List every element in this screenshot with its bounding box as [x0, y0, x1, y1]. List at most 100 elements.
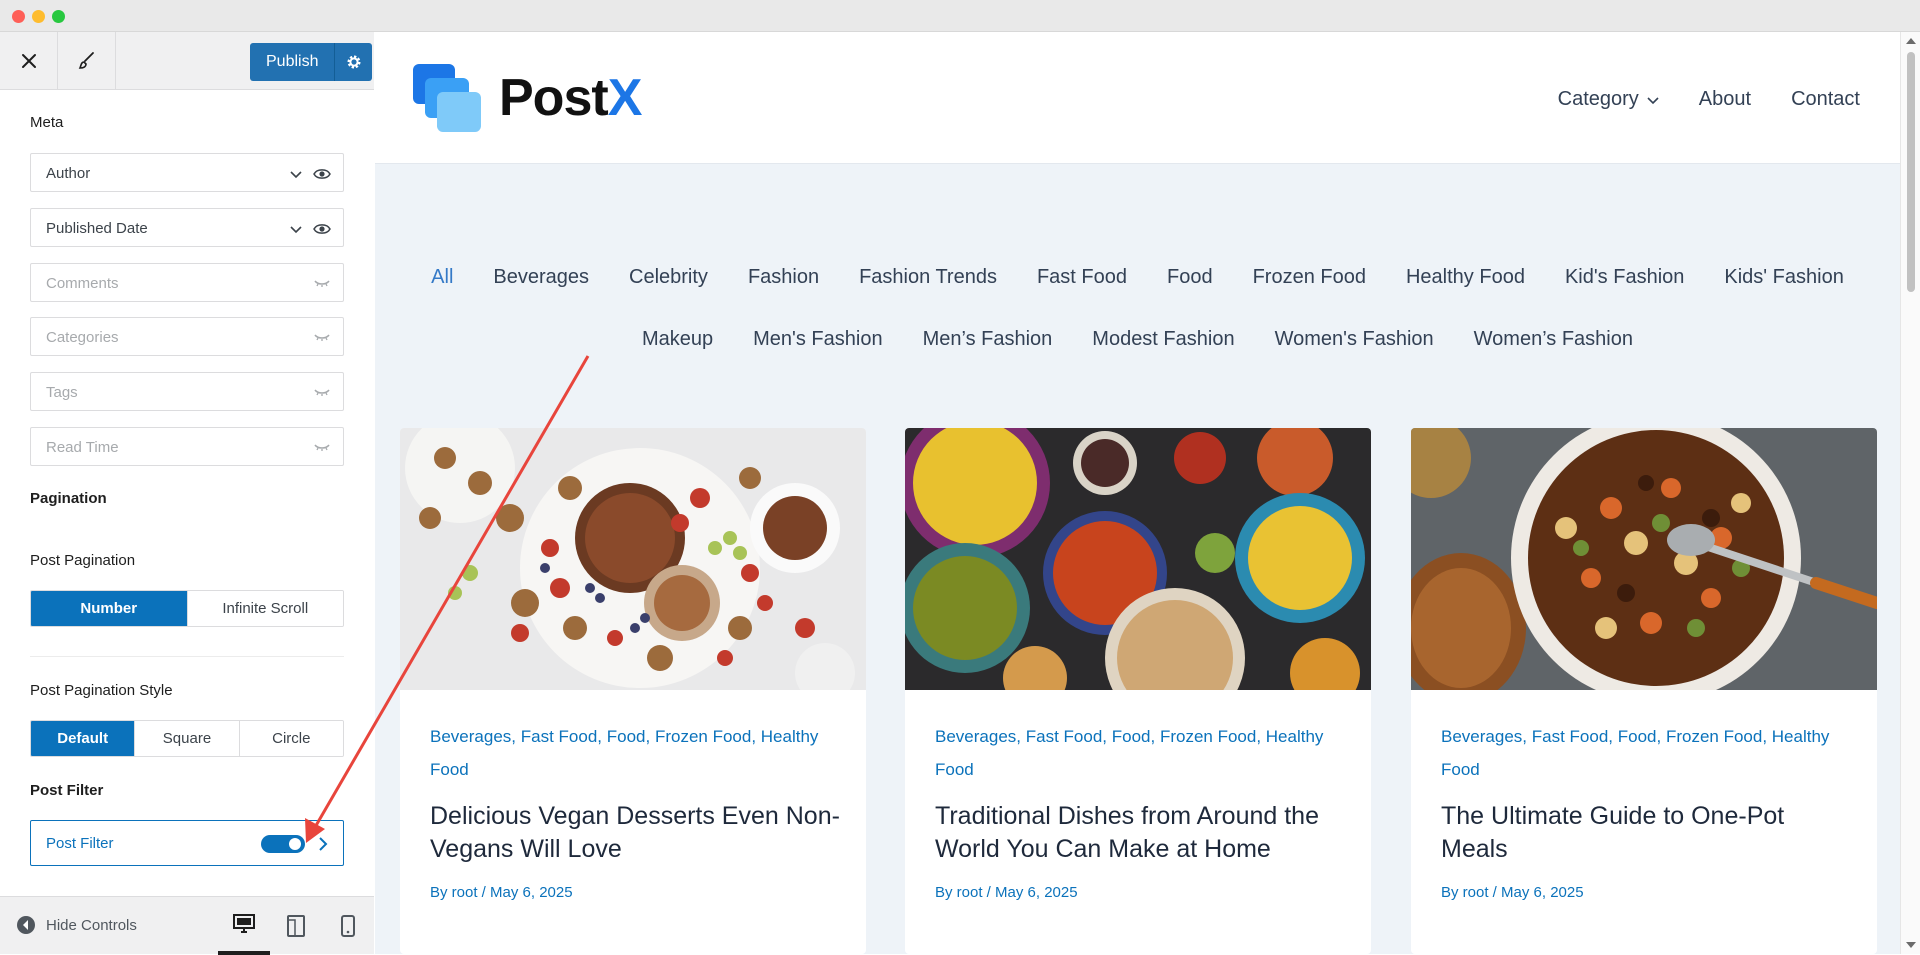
- chevron-right-icon[interactable]: [317, 836, 329, 852]
- tablet-preview-button[interactable]: [270, 897, 322, 955]
- zoom-window-button[interactable]: [52, 10, 65, 23]
- post-image-desserts[interactable]: [400, 428, 866, 690]
- desserts-photo: [400, 428, 866, 690]
- chevron-down-icon: [1647, 96, 1659, 104]
- pagination-number-option[interactable]: Number: [31, 591, 188, 626]
- minimize-window-button[interactable]: [32, 10, 45, 23]
- eye-icon[interactable]: [313, 167, 331, 181]
- close-customizer-button[interactable]: [0, 32, 58, 90]
- filter-item[interactable]: Food: [1167, 266, 1213, 289]
- eye-closed-icon[interactable]: [313, 441, 331, 455]
- post-card[interactable]: Beverages, Fast Food, Food, Frozen Food,…: [905, 428, 1371, 954]
- mobile-preview-button[interactable]: [322, 897, 374, 955]
- chevron-down-icon[interactable]: [289, 167, 303, 181]
- post-filter-row[interactable]: Post Filter: [30, 820, 344, 866]
- filter-item[interactable]: Women's Fashion: [1275, 328, 1434, 351]
- post-title[interactable]: The Ultimate Guide to One-Pot Meals: [1441, 800, 1851, 866]
- meta-item-label: Comments: [46, 275, 119, 292]
- filter-item[interactable]: Healthy Food: [1406, 266, 1525, 289]
- nav-item-about[interactable]: About: [1699, 88, 1751, 111]
- filter-item[interactable]: Men’s Fashion: [923, 328, 1053, 351]
- post-filter-bar-row-1: All Beverages Celebrity Fashion Fashion Tren…: [375, 266, 1900, 289]
- close-window-button[interactable]: [12, 10, 25, 23]
- sidebar-footer: Hide Controls: [0, 896, 374, 955]
- meta-item-label: Read Time: [46, 439, 119, 456]
- filter-item[interactable]: All: [431, 266, 453, 289]
- eye-icon[interactable]: [313, 222, 331, 236]
- filter-item[interactable]: Makeup: [642, 328, 713, 351]
- meta-item-tags[interactable]: Tags: [30, 372, 344, 411]
- pagination-style-default-option[interactable]: Default: [31, 721, 136, 756]
- scroll-down-arrow[interactable]: [1906, 942, 1916, 948]
- scrollbar-thumb[interactable]: [1907, 52, 1915, 292]
- meta-item-categories[interactable]: Categories: [30, 317, 344, 356]
- site-logo[interactable]: PostX: [411, 62, 642, 134]
- post-pagination-style-label: Post Pagination Style: [30, 682, 173, 699]
- pagination-style-circle-option[interactable]: Circle: [239, 721, 343, 756]
- category-link[interactable]: Fast Food: [1532, 727, 1609, 746]
- category-link[interactable]: Healthy: [761, 727, 819, 746]
- nav-item-category[interactable]: Category: [1558, 88, 1659, 111]
- desktop-icon: [233, 914, 255, 933]
- category-link[interactable]: Food: [1618, 727, 1657, 746]
- arrow-left-circle-icon: [17, 916, 35, 934]
- post-title[interactable]: Delicious Vegan Desserts Even Non-Vegans…: [430, 800, 840, 866]
- pagination-infinite-scroll-option[interactable]: Infinite Scroll: [187, 591, 343, 626]
- eye-closed-icon[interactable]: [313, 331, 331, 345]
- publish-button[interactable]: Publish: [250, 43, 335, 81]
- post-pagination-toggle: Number Infinite Scroll: [30, 590, 344, 627]
- filter-item[interactable]: Fashion Trends: [859, 266, 997, 289]
- post-image-traditional-dishes[interactable]: [905, 428, 1371, 690]
- filter-item[interactable]: Women’s Fashion: [1474, 328, 1633, 351]
- meta-item-label: Categories: [46, 329, 119, 346]
- meta-item-comments[interactable]: Comments: [30, 263, 344, 302]
- category-link[interactable]: Beverages: [430, 727, 511, 746]
- filter-item[interactable]: Celebrity: [629, 266, 708, 289]
- category-link[interactable]: Food: [607, 727, 646, 746]
- category-link[interactable]: Fast Food: [521, 727, 598, 746]
- style-button[interactable]: [58, 32, 116, 90]
- filter-item[interactable]: Frozen Food: [1253, 266, 1366, 289]
- eye-closed-icon[interactable]: [313, 386, 331, 400]
- category-link[interactable]: Food: [935, 760, 974, 779]
- post-filter-toggle[interactable]: [261, 835, 305, 853]
- scroll-up-arrow[interactable]: [1906, 38, 1916, 44]
- nav-item-contact[interactable]: Contact: [1791, 88, 1860, 111]
- filter-item[interactable]: Fashion: [748, 266, 819, 289]
- category-link[interactable]: Frozen Food: [655, 727, 751, 746]
- category-link[interactable]: Beverages: [1441, 727, 1522, 746]
- meta-item-author[interactable]: Author: [30, 153, 344, 192]
- filter-item[interactable]: Fast Food: [1037, 266, 1127, 289]
- meta-item-published-date[interactable]: Published Date: [30, 208, 344, 247]
- desktop-preview-button[interactable]: [218, 897, 270, 955]
- category-link[interactable]: Food: [1441, 760, 1480, 779]
- meta-item-read-time[interactable]: Read Time: [30, 427, 344, 466]
- category-link[interactable]: Healthy: [1266, 727, 1324, 746]
- filter-item[interactable]: Men's Fashion: [753, 328, 882, 351]
- post-title[interactable]: Traditional Dishes from Around the World…: [935, 800, 1345, 866]
- category-link[interactable]: Food: [430, 760, 469, 779]
- eye-closed-icon[interactable]: [313, 277, 331, 291]
- post-filter-label: Post Filter: [46, 835, 114, 852]
- category-link[interactable]: Frozen Food: [1666, 727, 1762, 746]
- category-link[interactable]: Food: [1112, 727, 1151, 746]
- category-link[interactable]: Fast Food: [1026, 727, 1103, 746]
- meta-section-title: Meta: [30, 114, 64, 131]
- category-link[interactable]: Beverages: [935, 727, 1016, 746]
- category-link[interactable]: Healthy: [1772, 727, 1830, 746]
- pagination-style-square-option[interactable]: Square: [135, 721, 240, 756]
- filter-item[interactable]: Kids' Fashion: [1724, 266, 1843, 289]
- sidebar-toolbar: Publish: [0, 32, 374, 90]
- post-card[interactable]: Beverages, Fast Food, Food, Frozen Food,…: [1411, 428, 1877, 954]
- hide-controls-button[interactable]: Hide Controls: [16, 915, 137, 935]
- post-image-one-pot-meals[interactable]: [1411, 428, 1877, 690]
- filter-item[interactable]: Kid's Fashion: [1565, 266, 1684, 289]
- category-link[interactable]: Frozen Food: [1160, 727, 1256, 746]
- preview-scrollbar[interactable]: [1900, 32, 1920, 954]
- filter-item[interactable]: Modest Fashion: [1092, 328, 1234, 351]
- filter-item[interactable]: Beverages: [493, 266, 589, 289]
- chevron-down-icon[interactable]: [289, 222, 303, 236]
- publish-settings-button[interactable]: [334, 43, 373, 81]
- post-card[interactable]: Beverages, Fast Food, Food, Frozen Food,…: [400, 428, 866, 954]
- post-pagination-style-toggle: Default Square Circle: [30, 720, 344, 757]
